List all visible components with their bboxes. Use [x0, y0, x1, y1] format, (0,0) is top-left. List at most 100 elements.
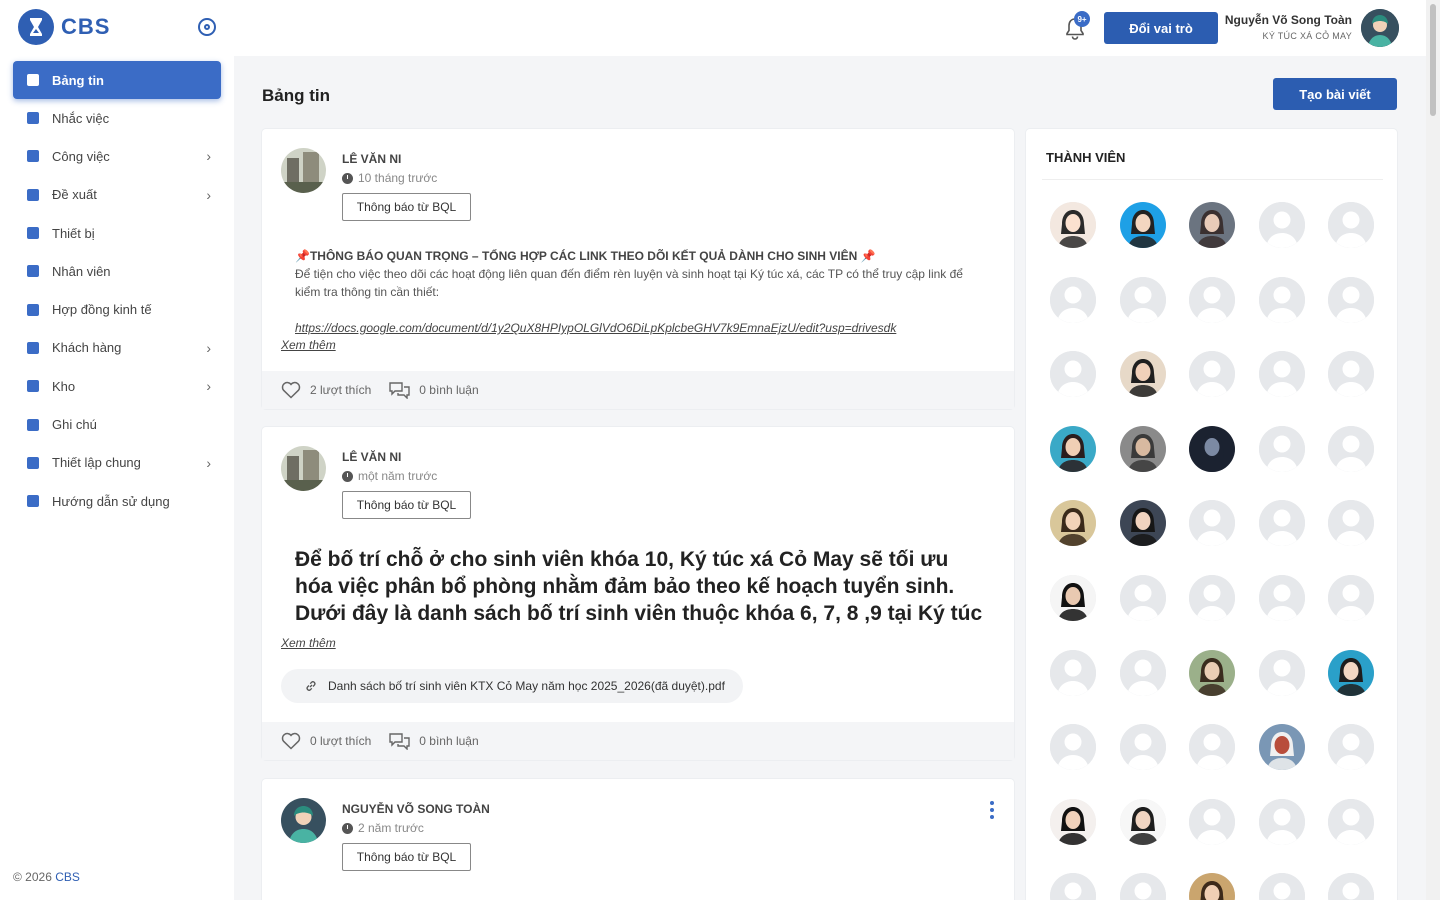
post-author[interactable]: LÊ VĂN NI	[342, 152, 401, 166]
comment-icon	[389, 733, 410, 750]
member-avatar[interactable]	[1258, 425, 1305, 472]
member-avatar[interactable]	[1189, 425, 1236, 472]
member-avatar[interactable]	[1050, 873, 1096, 900]
member-avatar[interactable]	[1050, 798, 1096, 845]
post-heading: 📌THÔNG BÁO QUAN TRỌNG – TỔNG HỢP CÁC LIN…	[295, 249, 876, 263]
sidebar-item-7[interactable]: Khách hàng ›	[13, 329, 221, 367]
avatar[interactable]	[281, 148, 326, 193]
member-avatar[interactable]	[1119, 202, 1166, 248]
document-list-icon	[27, 188, 39, 201]
post-tag[interactable]: Thông báo từ BQL	[342, 843, 471, 871]
member-avatar[interactable]	[1119, 351, 1166, 398]
member-avatar[interactable]	[1119, 575, 1166, 621]
copyright-brand[interactable]: CBS	[55, 870, 80, 884]
member-avatar[interactable]	[1258, 798, 1305, 845]
member-avatar[interactable]	[1050, 500, 1096, 547]
member-avatar[interactable]	[1328, 276, 1375, 323]
avatar[interactable]	[1361, 9, 1399, 47]
post-author[interactable]: NGUYỄN VÕ SONG TOÀN	[342, 802, 490, 816]
avatar[interactable]	[281, 446, 326, 491]
post-body: 📌THÔNG BÁO QUAN TRỌNG – TỔNG HỢP CÁC LIN…	[295, 247, 986, 337]
member-avatar[interactable]	[1189, 276, 1236, 323]
member-avatar[interactable]	[1050, 276, 1096, 323]
member-avatar[interactable]	[1119, 724, 1166, 771]
comment-button[interactable]: 0 bình luận	[389, 381, 479, 399]
member-avatar[interactable]	[1189, 202, 1236, 248]
post-card: LÊ VĂN NI một năm trước Thông báo từ BQL…	[262, 427, 1014, 760]
megaphone-icon	[27, 112, 39, 125]
member-avatar[interactable]	[1050, 724, 1096, 771]
sidebar-item-6[interactable]: Hợp đồng kinh tế	[13, 290, 221, 328]
sidebar-item-3[interactable]: Đề xuất ›	[13, 176, 221, 214]
sidebar-item-5[interactable]: Nhân viên	[13, 252, 221, 290]
sidebar-item-2[interactable]: Công việc ›	[13, 137, 221, 175]
more-options-icon[interactable]	[990, 801, 994, 819]
like-button[interactable]: 2 lượt thích	[281, 381, 371, 399]
like-button[interactable]: 0 lượt thích	[281, 732, 371, 750]
member-avatar[interactable]	[1189, 351, 1236, 398]
member-avatar[interactable]	[1258, 500, 1305, 547]
member-avatar[interactable]	[1050, 575, 1096, 621]
member-avatar[interactable]	[1328, 873, 1375, 900]
see-more-link[interactable]: Xem thêm	[281, 636, 336, 650]
attachment-name: Danh sách bố trí sinh viên KTX Cỏ May nă…	[328, 679, 725, 693]
member-avatar[interactable]	[1119, 276, 1166, 323]
sidebar-item-0[interactable]: Bảng tin	[13, 61, 221, 99]
post-author[interactable]: LÊ VĂN NI	[342, 450, 401, 464]
sidebar-item-label: Đề xuất	[52, 187, 97, 203]
member-avatar[interactable]	[1189, 649, 1236, 696]
scroll-thumb[interactable]	[1430, 4, 1436, 116]
sidebar-item-11[interactable]: Hướng dẫn sử dụng	[13, 482, 221, 520]
member-avatar[interactable]	[1119, 798, 1166, 845]
member-avatar[interactable]	[1328, 202, 1375, 248]
member-avatar[interactable]	[1258, 724, 1305, 771]
member-avatar[interactable]	[1189, 724, 1236, 771]
member-avatar[interactable]	[1328, 649, 1375, 696]
sidebar-item-9[interactable]: Ghi chú	[13, 405, 221, 443]
member-avatar[interactable]	[1258, 276, 1305, 323]
member-avatar[interactable]	[1328, 425, 1375, 472]
sidebar-nav: Bảng tin Nhắc việc Công việc › Đề xuất › Thiết…	[13, 61, 221, 520]
member-avatar[interactable]	[1328, 500, 1375, 547]
user-info[interactable]: Nguyễn Võ Song Toàn KÝ TÚC XÁ CỎ MAY	[1225, 13, 1352, 41]
member-avatar[interactable]	[1189, 798, 1236, 845]
contract-icon	[27, 303, 39, 316]
collapse-sidebar-icon[interactable]	[198, 18, 216, 36]
member-avatar[interactable]	[1119, 425, 1166, 472]
member-avatar[interactable]	[1328, 575, 1375, 621]
member-avatar[interactable]	[1119, 500, 1166, 547]
sidebar-item-10[interactable]: Thiết lập chung ›	[13, 444, 221, 482]
member-avatar[interactable]	[1328, 351, 1375, 398]
page-scrollbar[interactable]	[1426, 0, 1440, 900]
switch-role-button[interactable]: Đổi vai trò	[1104, 12, 1218, 44]
member-avatar[interactable]	[1050, 202, 1096, 248]
brand-logo[interactable]: CBS	[18, 8, 110, 46]
member-avatar[interactable]	[1119, 873, 1166, 900]
comment-button[interactable]: 0 bình luận	[389, 732, 479, 750]
member-avatar[interactable]	[1258, 873, 1305, 900]
sidebar-item-4[interactable]: Thiết bị	[13, 214, 221, 252]
member-avatar[interactable]	[1189, 575, 1236, 621]
member-avatar[interactable]	[1258, 351, 1305, 398]
post-tag[interactable]: Thông báo từ BQL	[342, 193, 471, 221]
member-avatar[interactable]	[1119, 649, 1166, 696]
member-avatar[interactable]	[1328, 798, 1375, 845]
create-post-button[interactable]: Tạo bài viết	[1273, 78, 1397, 110]
member-avatar[interactable]	[1328, 724, 1375, 771]
member-avatar[interactable]	[1258, 575, 1305, 621]
member-avatar[interactable]	[1258, 202, 1305, 248]
member-avatar[interactable]	[1050, 351, 1096, 398]
member-avatar[interactable]	[1050, 649, 1096, 696]
member-avatar[interactable]	[1050, 425, 1096, 472]
sidebar-item-8[interactable]: Kho ›	[13, 367, 221, 405]
see-more-link[interactable]: Xem thêm	[281, 338, 336, 352]
post-card: LÊ VĂN NI 10 tháng trước Thông báo từ BQ…	[262, 129, 1014, 409]
member-avatar[interactable]	[1189, 873, 1236, 900]
sidebar-item-1[interactable]: Nhắc việc	[13, 99, 221, 137]
avatar[interactable]	[281, 798, 326, 843]
member-avatar[interactable]	[1189, 500, 1236, 547]
member-avatar[interactable]	[1258, 649, 1305, 696]
attachment-link[interactable]: Danh sách bố trí sinh viên KTX Cỏ May nă…	[281, 669, 743, 703]
post-link[interactable]: https://docs.google.com/document/d/1y2Qu…	[295, 319, 986, 337]
post-tag[interactable]: Thông báo từ BQL	[342, 491, 471, 519]
